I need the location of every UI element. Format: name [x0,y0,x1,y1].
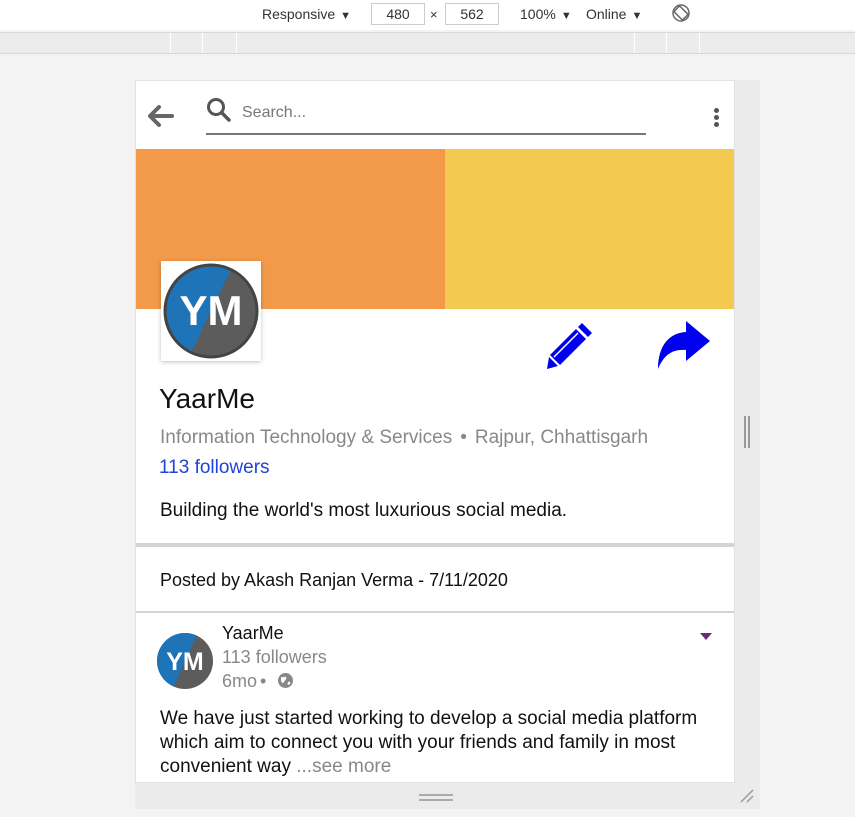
devtools-toolbar: Responsive ▼ 480 × 562 100% ▼ Online ▼ [0,0,855,30]
logo-text: YM [180,287,243,334]
company-location: Rajpur, Chhattisgarh [474,427,649,448]
company-meta: Information Technology & Services • Rajpur… [160,427,648,449]
followers-link[interactable]: 113 followers [159,457,270,479]
more-options-icon[interactable] [712,108,720,130]
see-more-link[interactable]: ...see more [296,756,391,777]
meta-separator: • [460,427,467,448]
zoom-label: 100% [520,6,556,22]
network-caret-icon: ▼ [631,10,643,22]
resize-corner-icon[interactable] [739,788,755,804]
search-bar [206,97,646,135]
ym-logo-icon: YM [163,263,259,359]
device-caret-icon: ▼ [340,10,352,22]
zoom-caret-icon: ▼ [560,10,572,22]
resize-handle-bottom[interactable] [419,794,453,802]
post-menu-caret-icon[interactable] [700,633,712,641]
company-industry: Information Technology & Services [160,427,453,448]
company-name: YaarMe [159,383,255,414]
post-author-followers: 113 followers [222,647,327,667]
post-age-text: 6mo [222,671,258,691]
device-viewport: YM YaarMe Information Technology & Servi… [135,80,735,783]
dimension-times: × [430,7,438,22]
network-selector[interactable]: Online ▼ [586,6,642,22]
cover-right-block [445,149,734,309]
width-input[interactable]: 480 [371,3,425,25]
post-avatar[interactable]: YM [156,632,214,690]
avatar-logo-text: YM [166,648,204,676]
back-arrow-icon[interactable] [148,105,174,127]
height-input[interactable]: 562 [445,3,499,25]
section-divider [136,543,734,547]
post-divider [136,611,734,613]
company-logo: YM [161,261,261,361]
posted-by-text: Posted by Akash Ranjan Verma - 7/11/2020 [160,570,508,590]
search-input[interactable] [240,99,634,127]
post-age-sep: • [260,671,267,691]
media-query-ruler [0,32,855,54]
rotate-icon[interactable] [671,3,691,23]
resize-handle-right[interactable] [744,416,750,448]
zoom-selector[interactable]: 100% ▼ [520,6,572,22]
network-label: Online [586,6,627,22]
app-header [136,81,734,149]
device-label: Responsive [262,6,336,22]
edit-pencil-icon[interactable] [544,319,596,371]
post-age: 6mo • [222,671,266,692]
device-selector[interactable]: Responsive ▼ [262,6,351,22]
post-body: We have just started working to develop … [160,707,722,779]
company-tagline: Building the world's most luxurious soci… [160,500,568,521]
post-body-text: We have just started working to develop … [160,708,698,777]
globe-icon [278,673,293,688]
post-author[interactable]: YaarMe [222,623,284,644]
share-arrow-icon[interactable] [652,319,712,373]
search-icon [207,98,231,122]
